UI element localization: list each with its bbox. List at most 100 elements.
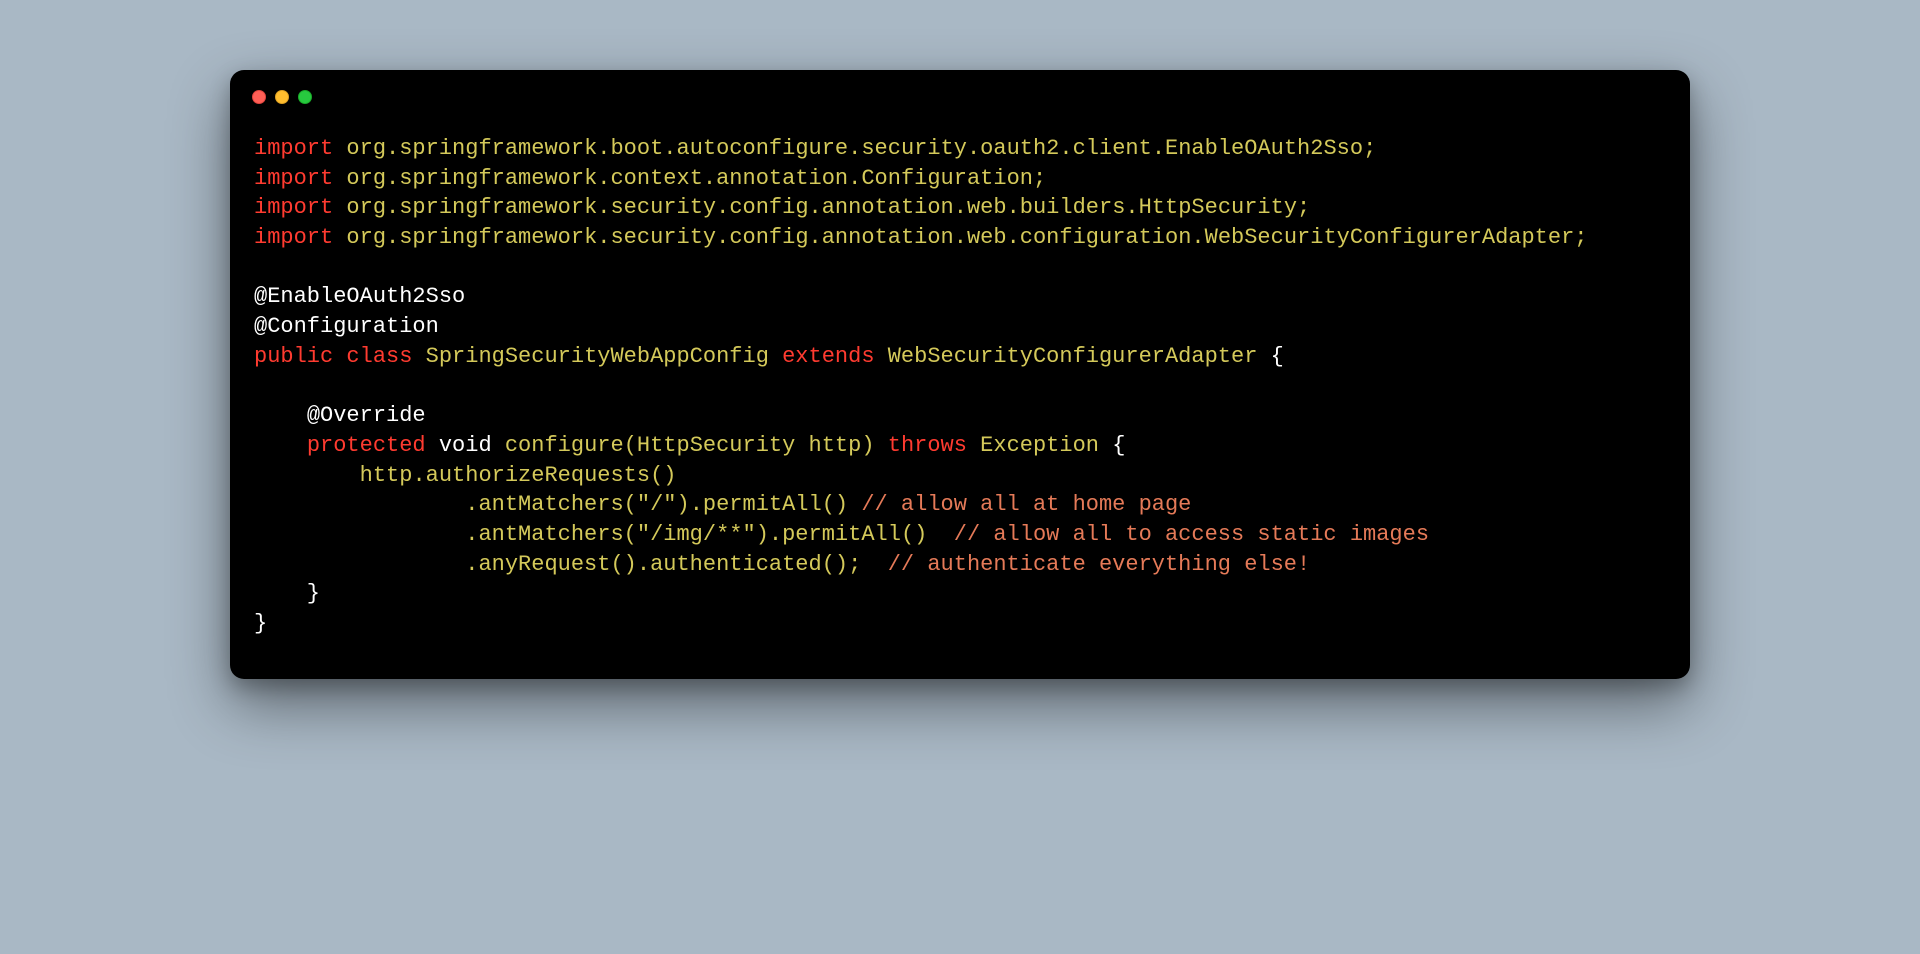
code-token: permitAll [703, 492, 822, 517]
code-token: . [412, 463, 425, 488]
code-token: . [954, 195, 967, 220]
code-token: HttpSecurity [637, 433, 795, 458]
minimize-icon[interactable] [275, 90, 289, 104]
code-token: // allow all at home page [861, 492, 1191, 517]
code-token: . [716, 225, 729, 250]
code-token [412, 344, 425, 369]
code-token: org [346, 195, 386, 220]
code-token: WebSecurityConfigurerAdapter [1205, 225, 1575, 250]
code-token: antMatchers [478, 492, 623, 517]
code-token: import [254, 136, 333, 161]
code-token: Configuration [861, 166, 1033, 191]
code-token [769, 344, 782, 369]
code-token: . [1007, 195, 1020, 220]
code-token: boot [610, 136, 663, 161]
code-token: . [848, 166, 861, 191]
code-token: configure [505, 433, 624, 458]
code-token: () [822, 492, 848, 517]
code-token [254, 552, 465, 577]
code-token: springframework [399, 136, 597, 161]
code-token [967, 433, 980, 458]
code-token: . [809, 195, 822, 220]
code-token: . [716, 195, 729, 220]
code-token [254, 403, 307, 428]
code-token: @EnableOAuth2Sso [254, 284, 465, 309]
code-token: . [1059, 136, 1072, 161]
code-token: configuration [1020, 225, 1192, 250]
code-token: () [901, 522, 927, 547]
code-token: extends [782, 344, 874, 369]
code-token: ) [756, 522, 769, 547]
code-token [861, 552, 887, 577]
code-token: } [254, 581, 320, 606]
code-token: . [465, 522, 478, 547]
code-token [492, 433, 505, 458]
code-token: throws [888, 433, 967, 458]
code-token: annotation [716, 166, 848, 191]
code-token: . [769, 522, 782, 547]
code-token: http [809, 433, 862, 458]
code-token [333, 136, 346, 161]
code-token: { [1271, 344, 1284, 369]
code-token: "/img/**" [637, 522, 756, 547]
code-token [875, 344, 888, 369]
code-token: . [954, 225, 967, 250]
code-token: import [254, 195, 333, 220]
code-token: springframework [399, 166, 597, 191]
code-token: web [967, 225, 1007, 250]
code-token: . [386, 136, 399, 161]
code-token: ; [1574, 225, 1587, 250]
code-token [1257, 344, 1270, 369]
code-token: ( [624, 492, 637, 517]
code-token [254, 463, 360, 488]
code-token: ( [624, 433, 637, 458]
code-token: org [346, 225, 386, 250]
code-token: HttpSecurity [1139, 195, 1297, 220]
code-token: () [610, 552, 636, 577]
code-token: // allow all to access static images [954, 522, 1429, 547]
code-token: security [610, 225, 716, 250]
code-token [333, 344, 346, 369]
code-token: . [967, 136, 980, 161]
code-token: ( [624, 522, 637, 547]
code-token: config [729, 195, 808, 220]
code-token: EnableOAuth2Sso [1165, 136, 1363, 161]
code-token: (); [822, 552, 862, 577]
code-token: . [1125, 195, 1138, 220]
code-token [927, 522, 953, 547]
code-token: ) [676, 492, 689, 517]
code-token: ; [1297, 195, 1310, 220]
code-token: security [610, 195, 716, 220]
code-token: . [597, 166, 610, 191]
code-token [848, 492, 861, 517]
zoom-icon[interactable] [298, 90, 312, 104]
code-token [1099, 433, 1112, 458]
code-token: ; [1033, 166, 1046, 191]
code-token: oauth2 [980, 136, 1059, 161]
code-token [254, 433, 307, 458]
code-token [333, 166, 346, 191]
code-token: anyRequest [478, 552, 610, 577]
code-token: antMatchers [478, 522, 623, 547]
code-token [426, 433, 439, 458]
code-token: () [650, 463, 676, 488]
code-token: protected [307, 433, 426, 458]
code-token: @Override [307, 403, 426, 428]
code-token: . [1007, 225, 1020, 250]
code-token: permitAll [782, 522, 901, 547]
code-token: . [386, 225, 399, 250]
code-token: annotation [822, 195, 954, 220]
close-icon[interactable] [252, 90, 266, 104]
code-token [795, 433, 808, 458]
code-token: . [1191, 225, 1204, 250]
code-token: security [861, 136, 967, 161]
code-token: . [465, 492, 478, 517]
code-token: authenticated [650, 552, 822, 577]
code-token [333, 195, 346, 220]
code-token: . [597, 225, 610, 250]
code-token: . [386, 195, 399, 220]
code-token: class [346, 344, 412, 369]
code-token: . [663, 136, 676, 161]
code-token [333, 225, 346, 250]
code-token [254, 492, 465, 517]
